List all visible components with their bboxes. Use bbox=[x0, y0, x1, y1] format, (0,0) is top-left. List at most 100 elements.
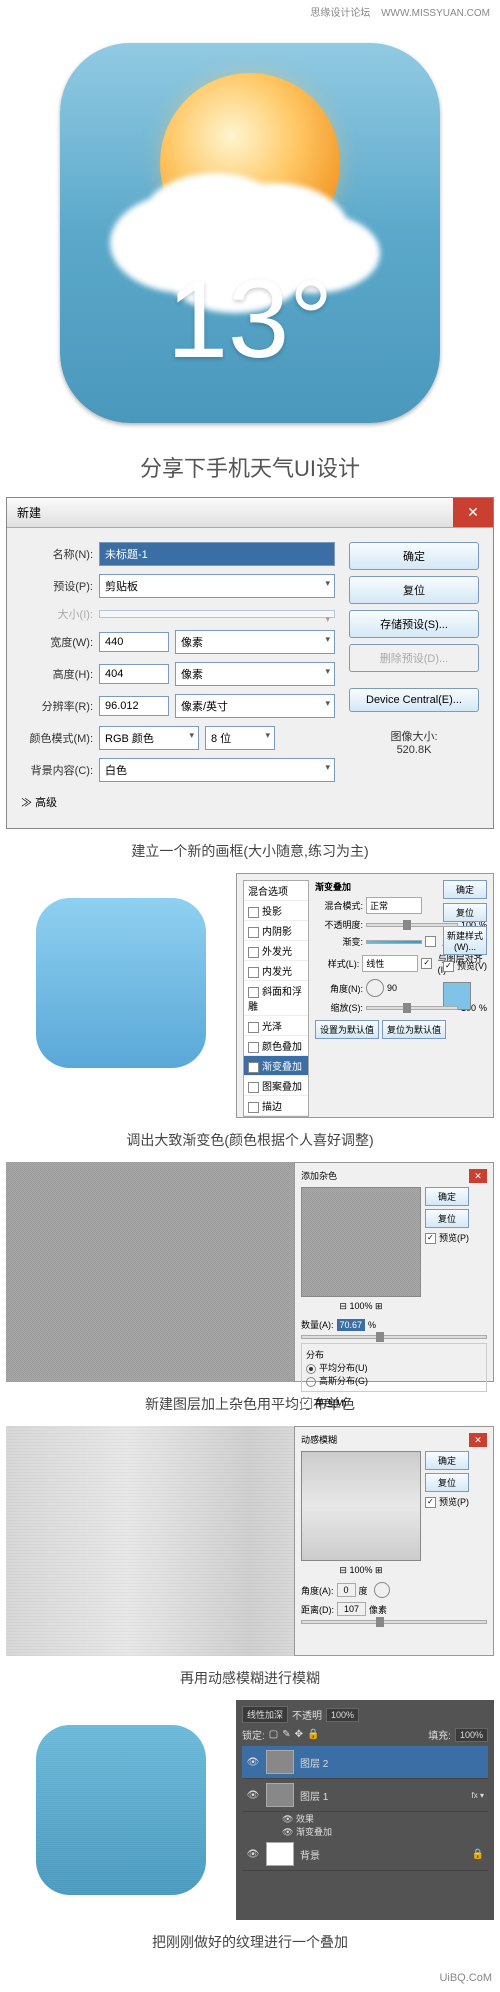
set-default-button[interactable]: 设置为默认值 bbox=[315, 1020, 379, 1039]
width-unit-select[interactable]: 像素 bbox=[175, 630, 335, 654]
layer-style-dialog: 确定 复位 新建样式(W)... 预览(V) 混合选项 投影 内阴影 外发光 内… bbox=[236, 873, 494, 1118]
reset-button[interactable]: 复位 bbox=[349, 576, 479, 604]
visibility-icon[interactable]: 👁 bbox=[246, 1757, 260, 1768]
advanced-toggle[interactable]: ≫ 高级 bbox=[21, 790, 335, 814]
blur-reset-button[interactable]: 复位 bbox=[425, 1473, 469, 1492]
align-checkbox[interactable] bbox=[421, 958, 431, 969]
close-icon[interactable]: ✕ bbox=[453, 498, 493, 527]
gradient-preview bbox=[6, 873, 236, 1093]
style-item[interactable]: 颜色叠加 bbox=[244, 1036, 308, 1056]
visibility-icon[interactable]: 👁 bbox=[246, 1790, 260, 1801]
motion-blur-dialog: 动感模糊 ✕ ⊟ 100% ⊞ 确定 复位 预览(P) 角度(A): 0 度 距… bbox=[294, 1426, 494, 1656]
gradstyle-select[interactable]: 线性 bbox=[362, 955, 418, 972]
zoom-out-button[interactable]: ⊟ bbox=[339, 1565, 347, 1575]
layer-name: 背景 bbox=[300, 1847, 320, 1862]
style-item[interactable]: 图案叠加 bbox=[244, 1076, 308, 1096]
colormode-label: 颜色模式(M): bbox=[21, 730, 93, 746]
lock-icon[interactable]: ▢ bbox=[269, 1729, 278, 1740]
ok-button[interactable]: 确定 bbox=[349, 542, 479, 570]
resolution-unit-select[interactable]: 像素/英寸 bbox=[175, 694, 335, 718]
style-item[interactable]: 描边 bbox=[244, 1096, 308, 1116]
blur-preview-checkbox[interactable] bbox=[425, 1497, 436, 1508]
add-noise-dialog: 添加杂色 ✕ ⊟ 100% ⊞ 确定 复位 预览(P) 数量(A): 70.67… bbox=[294, 1162, 494, 1382]
noise-title: 添加杂色 bbox=[301, 1169, 337, 1183]
dialog-titlebar[interactable]: 新建 ✕ bbox=[7, 498, 493, 528]
site-url: WWW.MISSYUAN.COM bbox=[381, 8, 490, 19]
angle-dial[interactable] bbox=[366, 979, 384, 997]
caption-4: 再用动感模糊进行模糊 bbox=[0, 1656, 500, 1700]
style-item[interactable]: 斜面和浮雕 bbox=[244, 981, 308, 1016]
header: 思缘设计论坛 WWW.MISSYUAN.COM bbox=[0, 0, 500, 23]
layer-fill-input[interactable]: 100% bbox=[455, 1728, 488, 1742]
style-reset-button[interactable]: 复位 bbox=[443, 903, 487, 922]
watermark: UiBQ.CoM bbox=[439, 1972, 492, 1984]
layer-opacity-input[interactable]: 100% bbox=[326, 1708, 359, 1722]
distance-input[interactable]: 107 bbox=[337, 1602, 366, 1616]
page-subtitle: 分享下手机天气UI设计 bbox=[0, 443, 500, 497]
width-input[interactable]: 440 bbox=[99, 632, 169, 652]
zoom-out-button[interactable]: ⊟ bbox=[339, 1301, 347, 1311]
layer-row[interactable]: 👁 图层 2 bbox=[242, 1746, 488, 1779]
name-input[interactable]: 未标题-1 bbox=[99, 542, 335, 566]
visibility-icon[interactable]: 👁 bbox=[246, 1849, 260, 1860]
resolution-input[interactable]: 96.012 bbox=[99, 696, 169, 716]
style-ok-button[interactable]: 确定 bbox=[443, 880, 487, 899]
layers-panel: 线性加深 不透明 100% 锁定: ▢ ✎ ✥ 🔒 填充: 100% 👁 图层 … bbox=[236, 1700, 494, 1920]
preset-select[interactable]: 剪贴板 bbox=[99, 574, 335, 598]
style-item[interactable]: 混合选项 bbox=[244, 881, 308, 901]
height-input[interactable]: 404 bbox=[99, 664, 169, 684]
bitdepth-select[interactable]: 8 位 bbox=[205, 726, 275, 750]
rounded-rect-brushed bbox=[36, 1725, 206, 1895]
close-icon[interactable]: ✕ bbox=[469, 1169, 487, 1183]
distance-slider[interactable] bbox=[301, 1620, 487, 1624]
mono-checkbox[interactable] bbox=[301, 1398, 312, 1409]
site-name: 思缘设计论坛 bbox=[310, 8, 370, 19]
close-icon[interactable]: ✕ bbox=[469, 1433, 487, 1447]
gradient-picker[interactable] bbox=[366, 940, 422, 944]
colormode-select[interactable]: RGB 颜色 bbox=[99, 726, 199, 750]
name-label: 名称(N): bbox=[21, 546, 93, 562]
layer-row[interactable]: 👁 背景 🔒 bbox=[242, 1838, 488, 1871]
opacity-slider[interactable] bbox=[366, 923, 458, 927]
uniform-radio[interactable] bbox=[306, 1364, 316, 1374]
layer-blendmode-select[interactable]: 线性加深 bbox=[242, 1706, 288, 1723]
zoom-in-button[interactable]: ⊞ bbox=[375, 1301, 383, 1311]
style-new-button[interactable]: 新建样式(W)... bbox=[443, 926, 487, 955]
blur-title: 动感模糊 bbox=[301, 1433, 337, 1447]
noise-preview-checkbox[interactable] bbox=[425, 1233, 436, 1244]
device-central-button[interactable]: Device Central(E)... bbox=[349, 688, 479, 712]
save-preset-button[interactable]: 存储预设(S)... bbox=[349, 610, 479, 638]
height-unit-select[interactable]: 像素 bbox=[175, 662, 335, 686]
temperature-text: 13° bbox=[167, 256, 333, 383]
blendmode-select[interactable]: 正常 bbox=[366, 897, 422, 914]
layer-row[interactable]: 👁 图层 1 fx ▾ bbox=[242, 1779, 488, 1812]
noise-ok-button[interactable]: 确定 bbox=[425, 1187, 469, 1206]
layer-effect[interactable]: 👁 渐变叠加 bbox=[282, 1825, 488, 1838]
amount-slider[interactable] bbox=[301, 1335, 487, 1339]
layer-effect[interactable]: 👁 效果 bbox=[282, 1812, 488, 1825]
style-item[interactable]: 外发光 bbox=[244, 941, 308, 961]
amount-input[interactable]: 70.67 bbox=[337, 1319, 366, 1331]
reverse-checkbox[interactable] bbox=[425, 936, 436, 947]
reset-default-button[interactable]: 复位为默认值 bbox=[382, 1020, 446, 1039]
bgcontent-select[interactable]: 白色 bbox=[99, 758, 335, 782]
lock-icon[interactable]: 🔒 bbox=[307, 1729, 319, 1740]
style-item-active[interactable]: 渐变叠加 bbox=[244, 1056, 308, 1076]
lock-icon[interactable]: ✎ bbox=[282, 1729, 290, 1740]
style-item[interactable]: 投影 bbox=[244, 901, 308, 921]
style-item[interactable]: 内阴影 bbox=[244, 921, 308, 941]
zoom-in-button[interactable]: ⊞ bbox=[375, 1565, 383, 1575]
style-item[interactable]: 内发光 bbox=[244, 961, 308, 981]
style-item[interactable]: 光泽 bbox=[244, 1016, 308, 1036]
preview-checkbox[interactable] bbox=[443, 961, 454, 972]
layer-name: 图层 2 bbox=[300, 1755, 328, 1770]
angle-input[interactable]: 0 bbox=[337, 1583, 356, 1597]
lock-icon[interactable]: ✥ bbox=[295, 1729, 303, 1740]
blur-ok-button[interactable]: 确定 bbox=[425, 1451, 469, 1470]
step-layers: 线性加深 不透明 100% 锁定: ▢ ✎ ✥ 🔒 填充: 100% 👁 图层 … bbox=[6, 1700, 494, 1920]
scale-slider[interactable] bbox=[366, 1006, 458, 1010]
noise-reset-button[interactable]: 复位 bbox=[425, 1209, 469, 1228]
angle-dial[interactable] bbox=[374, 1582, 390, 1598]
layer-thumb bbox=[266, 1783, 294, 1807]
gaussian-radio[interactable] bbox=[306, 1377, 316, 1387]
